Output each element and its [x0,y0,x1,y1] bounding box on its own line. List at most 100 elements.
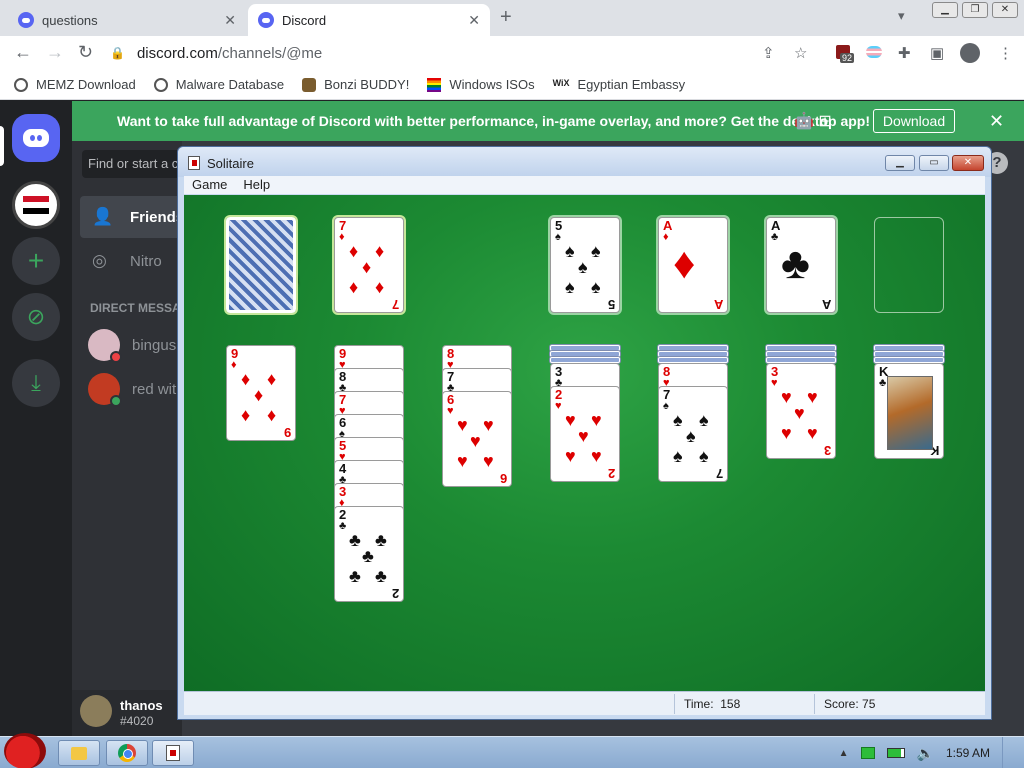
compass-icon: ⊘ [26,304,46,329]
close-banner-icon[interactable]: ✕ [989,111,1004,132]
dm-header: DIRECT MESSA [90,301,181,315]
minimize-button[interactable]: ▁ [932,2,958,18]
egypt-flag-icon [23,196,49,214]
card-pip: ♦ [349,241,359,261]
card-pip: ♦ [267,369,277,389]
dm-item-bingus[interactable]: bingus [88,329,176,363]
card-7[interactable]: 7 ♦ 7 ♦ ♦ ♦ ♦ ♦ [334,217,404,313]
browser-toolbar: ← → ↻ 🔒 discord.com/channels/@me ⇪ ☆ 92 … [0,36,1024,70]
close-icon[interactable]: ✕ [224,12,236,29]
bookmark-star-icon[interactable]: ☆ [794,44,807,62]
tab-questions[interactable]: questions ✕ [8,4,246,36]
nav-nitro[interactable]: ◎ Nitro [80,240,182,282]
card-7[interactable]: 7 ♠ 7 ♠ ♠ ♠ ♠ ♠ [658,386,728,482]
download-icon: ⤓ [31,370,41,395]
profile-avatar-icon[interactable] [960,43,980,63]
taskbar-solitaire[interactable] [152,740,194,766]
card-A[interactable]: A ♦ A ♦ [658,217,728,313]
foundation-empty-slot[interactable] [874,217,944,313]
card-suit: ♦ [663,231,669,243]
solitaire-titlebar[interactable]: Solitaire ▁ ▭ ✕ [178,147,991,177]
windows-icon: ⊞ [818,113,832,130]
clock[interactable]: 1:59 AM [946,746,990,760]
nitro-icon: ◎ [92,251,107,270]
address-bar[interactable]: 🔒 discord.com/channels/@me [110,39,820,67]
bookmark-memz[interactable]: MEMZ Download [14,77,136,92]
friends-icon: 👤 [92,207,114,226]
card-pip: ♦ [254,385,264,405]
puzzle-extensions-icon[interactable]: ✚ [898,44,911,62]
card-2[interactable]: 2 ♥ 2 ♥ ♥ ♥ ♥ ♥ [550,386,620,482]
card-pip: ♠ [565,241,575,261]
taskbar-folder[interactable] [58,740,100,766]
card-9[interactable]: 9 ♦ 9 ♦ ♦ ♦ ♦ ♦ [226,345,296,441]
forward-arrow-icon[interactable]: → [46,42,64,63]
dm-item-red[interactable]: red wit [88,373,176,407]
network-icon[interactable] [860,747,875,759]
trans-flag-extension-icon[interactable] [866,46,882,58]
card-suit: ♦ [231,359,237,371]
avatar [88,373,122,407]
menu-help[interactable]: Help [243,176,270,194]
card-6[interactable]: 6 ♥ 6 ♥ ♥ ♥ ♥ ♥ [442,391,512,487]
side-panel-icon[interactable]: ▣ [930,44,944,62]
card-rank-bottom: 5 [607,297,615,312]
new-tab-button[interactable]: + [500,6,512,29]
bookmark-windows-isos[interactable]: Windows ISOs [427,77,535,92]
game-board[interactable]: 7♦7♦♦♦♦♦5♠5♠♠♠♠♠A♦A♦A♣A♣9♦9♦♦♦♦♦9♥9♥♥♥♥♥… [184,195,985,691]
divider [674,694,675,714]
bookmark-egyptian-embassy[interactable]: WiX Egyptian Embassy [553,77,686,92]
download-button[interactable]: Download [873,109,955,133]
close-window-button[interactable]: ✕ [992,2,1018,18]
bookmark-malware-database[interactable]: Malware Database [153,77,284,92]
card-2[interactable]: 2 ♣ 2 ♣ ♣ ♣ ♣ ♣ [334,506,404,602]
globe-icon [153,77,168,92]
menu-game[interactable]: Game [192,176,227,194]
taskbar-chrome[interactable] [106,740,148,766]
card-suit: ♠ [663,400,669,412]
card-pip: ♥ [483,415,494,435]
card-5[interactable]: 5 ♠ 5 ♠ ♠ ♠ ♠ ♠ [550,217,620,313]
explore-servers-button[interactable]: ⊘ [12,293,60,341]
solitaire-icon [166,745,180,761]
nav-friends[interactable]: 👤 Friends [80,196,182,238]
discord-home-button[interactable] [12,114,60,162]
card-3[interactable]: 3 ♥ 3 ♥ ♥ ♥ ♥ ♥ [766,363,836,459]
tray-expand-icon[interactable]: ▲ [839,748,849,759]
card-A[interactable]: A ♣ A ♣ [766,217,836,313]
divider [814,694,815,714]
card-pip: ♥ [565,446,576,466]
globe-icon [14,77,28,92]
share-icon[interactable]: ⇪ [762,44,775,62]
back-arrow-icon[interactable]: ← [14,42,32,63]
solitaire-app-icon [188,156,200,170]
kebab-menu-icon[interactable]: ⋮ [998,44,1013,62]
battery-icon[interactable] [886,748,905,758]
maximize-button[interactable]: ▭ [919,155,949,171]
volume-icon[interactable]: 🔈 [917,745,934,762]
score-readout: Score: 75 [824,697,876,711]
stock-pile[interactable] [226,217,296,313]
server-divider [24,336,48,338]
close-window-button[interactable]: ✕ [952,155,984,171]
avatar[interactable] [80,695,112,727]
add-server-button[interactable]: + [12,237,60,285]
download-apps-button[interactable]: ⤓ [12,359,60,407]
tab-discord[interactable]: Discord ✕ [248,4,490,36]
show-desktop-button[interactable] [1002,737,1012,768]
search-input[interactable]: Find or start a c [82,150,182,178]
close-icon[interactable]: ✕ [468,12,480,29]
reload-icon[interactable]: ↻ [78,42,93,63]
card-K[interactable]: K ♣ K [874,363,944,459]
server-made-in-egypt[interactable] [12,181,60,229]
minimize-button[interactable]: ▁ [885,155,915,171]
restore-button[interactable]: ❐ [962,2,988,18]
start-button-angry-bird-icon[interactable] [4,733,46,768]
lock-icon[interactable]: 🔒 [110,46,125,60]
tab-strip: questions ✕ Discord ✕ + ▾ ▁ ❐ ✕ [0,0,1024,36]
card-pip: ♥ [807,387,818,407]
bookmark-bonzi-buddy[interactable]: Bonzi BUDDY! [302,77,409,92]
card-pip: ♥ [483,451,494,471]
card-pip: ♦ [375,277,385,297]
chevron-down-icon[interactable]: ▾ [898,8,905,24]
